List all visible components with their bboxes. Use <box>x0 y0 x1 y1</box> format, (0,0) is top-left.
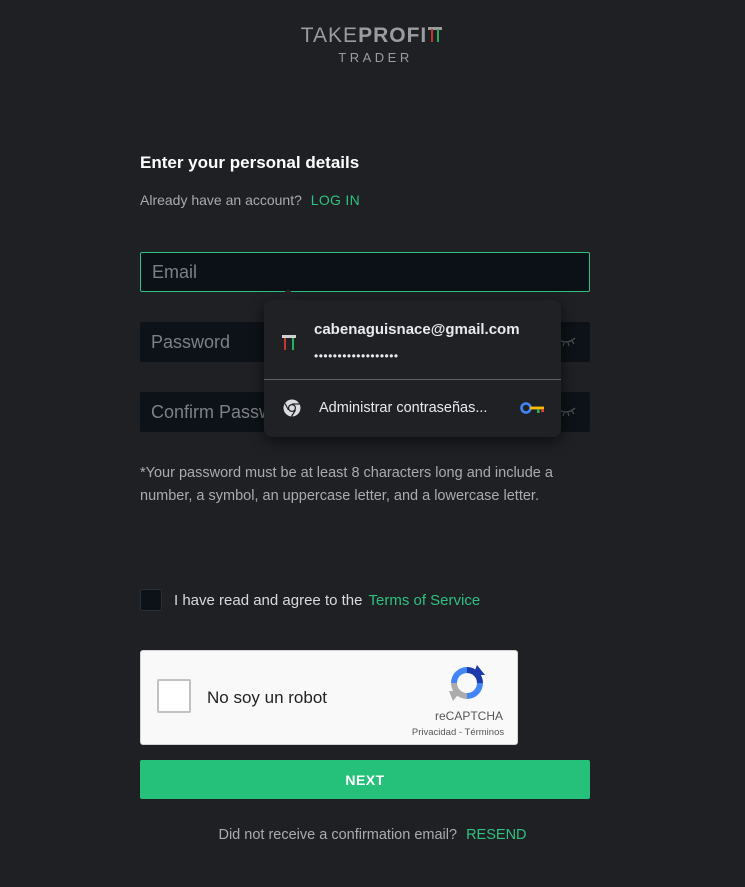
site-favicon-icon <box>280 333 298 351</box>
account-line: Already have an account? LOG IN <box>140 192 360 208</box>
recaptcha-checkbox[interactable] <box>157 679 191 713</box>
resend-line: Did not receive a confirmation email? RE… <box>0 827 745 843</box>
terms-text: I have read and agree to the <box>174 591 363 609</box>
password-hint: *Your password must be at least 8 charac… <box>140 465 553 504</box>
resend-link[interactable]: RESEND <box>466 827 526 843</box>
login-link[interactable]: LOG IN <box>311 192 360 208</box>
chrome-icon <box>283 399 301 417</box>
saved-credential-item[interactable]: cabenaguisnace@gmail.com •••••••••••••••… <box>264 300 561 379</box>
takeprofit-logo: TAKEPROFI TRADER <box>0 24 745 65</box>
recaptcha-logo-icon <box>449 665 485 701</box>
saved-password-mask: •••••••••••••••••• <box>314 349 399 363</box>
next-button[interactable]: NEXT <box>140 760 590 799</box>
terms-of-service-link[interactable]: Terms of Service <box>368 592 480 609</box>
key-icon <box>520 402 544 414</box>
logo-candles-icon <box>428 24 444 44</box>
recaptcha-brand: reCAPTCHA <box>434 709 503 723</box>
saved-username: cabenaguisnace@gmail.com <box>314 321 520 338</box>
password-autofill-popup: cabenaguisnace@gmail.com •••••••••••••••… <box>264 300 561 437</box>
manage-passwords-label: Administrar contraseñas... <box>319 400 488 416</box>
email-field-wrapper <box>140 252 590 292</box>
logo-wordmark: TAKEPROFI <box>301 24 444 48</box>
resend-question: Did not receive a confirmation email? <box>218 827 458 843</box>
recaptcha-label: No soy un robot <box>207 688 328 707</box>
logo-take: TAKE <box>300 24 359 47</box>
logo-subtitle: TRADER <box>338 50 413 65</box>
email-field[interactable] <box>141 253 589 291</box>
recaptcha-widget: No soy un robot reCAPTCHA Privacidad - T… <box>140 650 518 745</box>
manage-passwords-item[interactable]: Administrar contraseñas... <box>264 380 561 437</box>
recaptcha-privacy-terms-links[interactable]: Privacidad - Términos <box>403 727 513 738</box>
page-title: Enter your personal details <box>140 153 360 172</box>
terms-agreement: I have read and agree to the Terms of Se… <box>140 589 480 611</box>
logo-profit: PROFI <box>358 24 428 47</box>
account-question: Already have an account? <box>140 192 302 208</box>
terms-checkbox[interactable] <box>140 589 162 611</box>
